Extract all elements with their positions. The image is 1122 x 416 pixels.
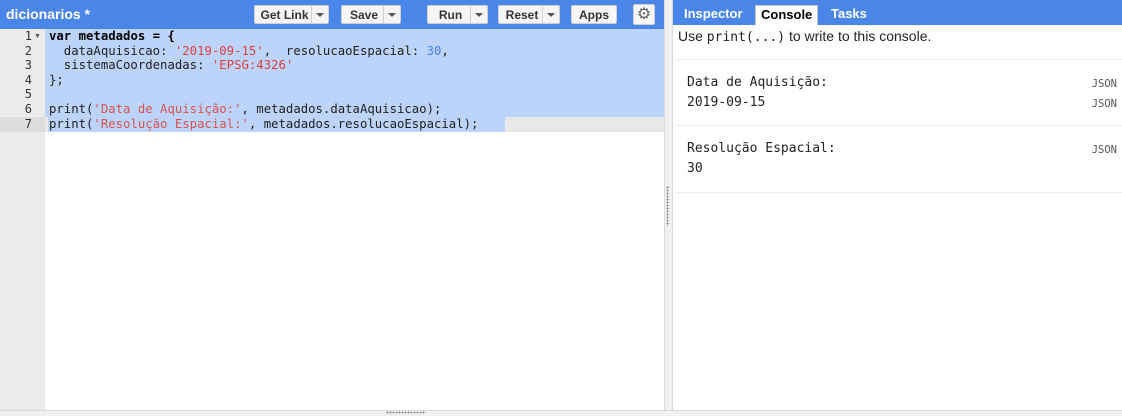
- code-text: , metadados.resolucaoEspacial);: [248, 117, 479, 131]
- console-hint: Use print(...) to write to this console.: [678, 28, 931, 45]
- code-string: 'EPSG:4326': [211, 58, 294, 73]
- code-line: print('Data de Aquisição:', metadados.da…: [49, 102, 441, 117]
- reset-dropdown-chevron-icon[interactable]: [542, 6, 559, 23]
- console-entry-label: Resolução Espacial:: [687, 141, 836, 156]
- get-link-button[interactable]: Get Link: [254, 5, 329, 24]
- json-toggle-link[interactable]: JSON: [1092, 144, 1117, 156]
- code-text: metadados = {: [71, 29, 175, 43]
- reset-label: Reset: [505, 8, 539, 22]
- line-number: 7: [24, 117, 32, 131]
- code-number: 30: [426, 43, 442, 58]
- settings-button[interactable]: ⚙: [633, 4, 655, 25]
- fold-arrow-icon[interactable]: ▼: [34, 29, 41, 44]
- line-number: 2: [24, 43, 32, 58]
- code-line: sistemaCoordenadas: 'EPSG:4326': [49, 58, 294, 73]
- code-text: };: [49, 72, 64, 87]
- line-number: 4: [24, 72, 32, 87]
- line-number: 3: [24, 58, 32, 73]
- code-text: ,: [441, 43, 449, 58]
- code-editor-panel: dicionarios * Get Link Save Run Reset Ap…: [0, 0, 664, 410]
- save-dropdown-chevron-icon[interactable]: [383, 6, 400, 23]
- line-number: 1: [24, 29, 32, 43]
- console-entry-label: Data de Aquisição:: [687, 75, 828, 90]
- save-label: Save: [349, 8, 379, 22]
- tab-console[interactable]: Console: [755, 5, 819, 25]
- code-text: , resolucaoEspacial:: [263, 43, 427, 58]
- line-number: 6: [24, 102, 32, 116]
- json-toggle-link[interactable]: JSON: [1092, 78, 1117, 90]
- console-hint-code: print(...): [706, 30, 786, 45]
- code-line: print('Resolução Espacial:', metadados.r…: [49, 117, 478, 132]
- console-entry-value: 2019-09-15: [687, 95, 766, 110]
- apps-button[interactable]: Apps: [571, 5, 617, 24]
- tab-tasks[interactable]: Tasks: [826, 5, 872, 25]
- splitter-grip-icon[interactable]: [666, 186, 669, 226]
- panel-splitter-horizontal[interactable]: [0, 410, 1122, 416]
- code-text: sistemaCoordenadas:: [49, 58, 212, 73]
- console-entry-value: 30: [687, 161, 703, 176]
- console-entry: Data de Aquisição: JSON 2019-09-15 JSON: [676, 59, 1122, 126]
- right-panel: Inspector Console Tasks Use print(...) t…: [673, 0, 1122, 410]
- code-area[interactable]: 1 ▼ 2 3 4 5 6 7 var metadados = { dataAq…: [0, 29, 664, 410]
- code-string: 'Resolução Espacial:': [93, 117, 249, 131]
- code-text: dataAquisicao:: [49, 43, 175, 58]
- console-entry: Resolução Espacial: JSON 30: [676, 125, 1122, 193]
- save-button[interactable]: Save: [341, 5, 401, 24]
- run-label: Run: [438, 8, 463, 22]
- script-title[interactable]: dicionarios *: [6, 6, 90, 22]
- editor-header: dicionarios * Get Link Save Run Reset Ap…: [0, 0, 664, 29]
- apps-label: Apps: [579, 8, 609, 22]
- code-string: 'Data de Aquisição:': [93, 102, 242, 116]
- line-number: 5: [24, 87, 32, 102]
- code-keyword: var: [49, 29, 72, 43]
- get-link-dropdown-chevron-icon[interactable]: [311, 6, 328, 23]
- tab-strip: Inspector Console Tasks: [673, 0, 1122, 25]
- code-text: , metadados.dataAquisicao);: [241, 102, 442, 116]
- code-line: var metadados = {: [49, 29, 175, 44]
- json-toggle-link[interactable]: JSON: [1092, 98, 1117, 110]
- get-link-label: Get Link: [260, 8, 309, 22]
- run-dropdown-chevron-icon[interactable]: [470, 6, 487, 23]
- code-line: dataAquisicao: '2019-09-15', resolucaoEs…: [49, 44, 449, 59]
- splitter-grip-icon[interactable]: [386, 411, 426, 414]
- code-line: };: [49, 73, 64, 88]
- gear-icon: ⚙: [636, 6, 652, 23]
- code-text: print(: [49, 117, 94, 131]
- reset-button[interactable]: Reset: [498, 5, 560, 24]
- code-text: print(: [49, 102, 94, 116]
- code-string: '2019-09-15': [174, 43, 264, 58]
- tab-inspector[interactable]: Inspector: [679, 5, 748, 25]
- run-button[interactable]: Run: [427, 5, 488, 24]
- console-hint-text: Use: [678, 28, 707, 44]
- console-hint-text: to write to this console.: [785, 28, 932, 44]
